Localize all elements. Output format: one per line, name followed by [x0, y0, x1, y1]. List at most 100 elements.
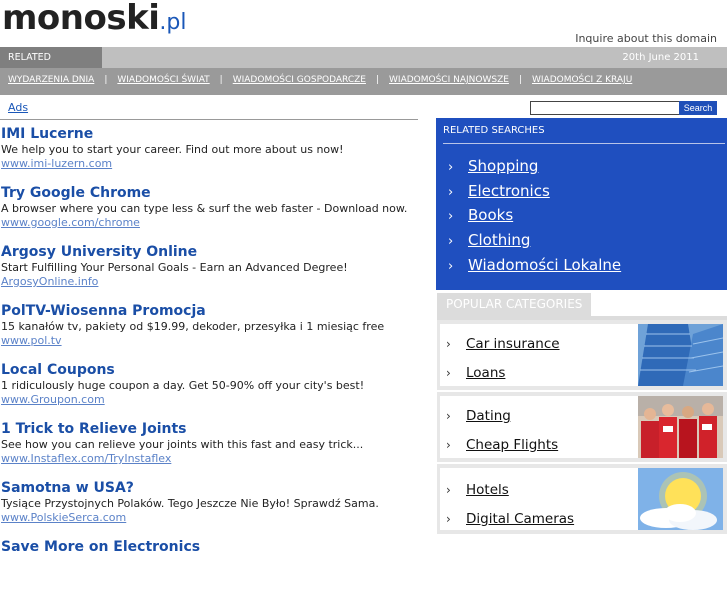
ads-divider [0, 119, 418, 120]
crowd-graphic [638, 396, 723, 458]
nav-separator: | [219, 75, 223, 85]
ad-url[interactable]: www.google.com/chrome [1, 216, 421, 230]
related-link[interactable]: Electronics [468, 182, 550, 200]
ad-title[interactable]: Save More on Electronics [1, 539, 421, 556]
category-item[interactable]: › Digital Cameras [446, 511, 574, 527]
related-link[interactable]: Books [468, 206, 513, 224]
chevron-right-icon: › [448, 209, 454, 225]
sun-cloud-graphic [638, 468, 723, 530]
nav-links: WYDARZENIA DNIA | WIADOMOŚCI ŚWIAT | WIADOMO… [8, 68, 632, 93]
search-button[interactable]: Search [679, 101, 717, 115]
search-input[interactable] [530, 101, 680, 115]
ad-item: PolTV-Wiosenna Promocja 15 kanałów tv, p… [1, 303, 421, 362]
category-link[interactable]: Loans [466, 365, 505, 381]
ad-url[interactable]: ArgosyOnline.info [1, 275, 421, 289]
chevron-right-icon: › [446, 512, 451, 526]
category-group: › Car insurance › Loans [437, 320, 727, 390]
site-logo[interactable]: monoski.pl [2, 0, 186, 38]
logo-tld: .pl [159, 10, 187, 35]
category-item[interactable]: › Cheap Flights [446, 437, 558, 453]
nav-separator: | [518, 75, 522, 85]
nav-separator: | [104, 75, 108, 85]
ad-description: See how you can relieve your joints with… [1, 438, 364, 451]
nav-link-wydarzenia[interactable]: WYDARZENIA DNIA [8, 75, 94, 85]
ad-title[interactable]: IMI Lucerne [1, 126, 421, 143]
related-searches-title: RELATED SEARCHES [443, 125, 545, 136]
sun-cloud-image[interactable] [638, 468, 723, 530]
related-list: › Shopping › Electronics › Books › Clothing … [448, 154, 621, 277]
related-link[interactable]: Shopping [468, 157, 538, 175]
category-group: › Hotels › Digital Cameras [437, 464, 727, 534]
category-link[interactable]: Hotels [466, 482, 509, 498]
ad-url[interactable]: www.Instaflex.com/TryInstaflex [1, 452, 421, 466]
chevron-right-icon: › [446, 337, 451, 351]
category-links: › Hotels › Digital Cameras [440, 468, 638, 530]
ad-url[interactable]: www.Groupon.com [1, 393, 421, 407]
ad-description: Start Fulfilling Your Personal Goals - E… [1, 261, 348, 274]
nav-link-gospodarcze[interactable]: WIADOMOŚCI GOSPODARCZE [233, 75, 366, 85]
related-item[interactable]: › Books [448, 203, 621, 228]
category-link[interactable]: Cheap Flights [466, 437, 558, 453]
ad-title[interactable]: Argosy University Online [1, 244, 421, 261]
category-item[interactable]: › Hotels [446, 482, 509, 498]
chevron-right-icon: › [446, 366, 451, 380]
skyscraper-image[interactable] [638, 324, 723, 386]
top-bar: RELATED SEARCHES 20th June 2011 [0, 47, 727, 84]
ad-title[interactable]: Samotna w USA? [1, 480, 421, 497]
ad-item: 1 Trick to Relieve Joints See how you ca… [1, 421, 421, 480]
ad-item: Local Coupons 1 ridiculously huge coupon… [1, 362, 421, 421]
ad-description: 15 kanałów tv, pakiety od $19.99, dekode… [1, 320, 385, 333]
category-link[interactable]: Digital Cameras [466, 511, 574, 527]
ad-url[interactable]: www.pol.tv [1, 334, 421, 348]
nav-link-z-kraju[interactable]: WIADOMOŚCI Z KRAJU [532, 75, 632, 85]
ad-url[interactable]: www.imi-luzern.com [1, 157, 421, 171]
ad-item: Samotna w USA? Tysiące Przystojnych Pola… [1, 480, 421, 539]
ad-list: IMI Lucerne We help you to start your ca… [1, 126, 421, 598]
ad-item: Try Google Chrome A browser where you ca… [1, 185, 421, 244]
ad-title[interactable]: Try Google Chrome [1, 185, 421, 202]
chevron-right-icon: › [448, 160, 454, 175]
chevron-right-icon: › [446, 438, 451, 452]
ad-title[interactable]: 1 Trick to Relieve Joints [1, 421, 421, 438]
chevron-right-icon: › [448, 234, 454, 250]
inquire-link[interactable]: Inquire about this domain [575, 32, 717, 45]
category-links: › Car insurance › Loans [440, 324, 638, 386]
related-searches-tab: RELATED SEARCHES [0, 47, 102, 84]
related-item[interactable]: › Electronics [448, 179, 621, 204]
related-item[interactable]: › Shopping [448, 154, 621, 179]
related-item[interactable]: › Wiadomości Lokalne [448, 253, 621, 278]
category-item[interactable]: › Car insurance [446, 336, 560, 352]
chevron-right-icon: › [448, 184, 454, 200]
ad-title[interactable]: PolTV-Wiosenna Promocja [1, 303, 421, 320]
category-link[interactable]: Car insurance [466, 336, 560, 352]
category-item[interactable]: › Loans [446, 365, 505, 381]
category-links: › Dating › Cheap Flights [440, 396, 638, 458]
category-link[interactable]: Dating [466, 408, 511, 424]
related-link[interactable]: Wiadomości Lokalne [468, 256, 621, 274]
skyscraper-graphic [638, 324, 723, 386]
ad-url[interactable]: www.PolskieSerca.com [1, 511, 421, 525]
nav-link-swiat[interactable]: WIADOMOŚCI ŚWIAT [117, 75, 209, 85]
related-item[interactable]: › Clothing [448, 228, 621, 253]
nav-bar: WYDARZENIA DNIA | WIADOMOŚCI ŚWIAT | WIADOMO… [0, 68, 727, 95]
related-searches-box: RELATED SEARCHES › Shopping › Electronics … [436, 118, 727, 290]
ad-description: Tysiące Przystojnych Polaków. Tego Jeszc… [1, 497, 379, 510]
related-link[interactable]: Clothing [468, 231, 530, 249]
category-item[interactable]: › Dating [446, 408, 511, 424]
ad-title[interactable]: Local Coupons [1, 362, 421, 379]
related-divider [443, 143, 725, 144]
chevron-right-icon: › [448, 258, 454, 274]
nav-link-najnowsze[interactable]: WIADOMOŚCI NAJNOWSZE [389, 75, 509, 85]
nav-separator: | [375, 75, 380, 85]
chevron-right-icon: › [446, 409, 451, 423]
popular-categories-tab: POPULAR CATEGORIES [437, 293, 591, 316]
ad-description: A browser where you can type less & surf… [1, 202, 408, 215]
date-label: 20th June 2011 [622, 52, 699, 63]
category-group: › Dating › Cheap Flights [437, 392, 727, 462]
chevron-right-icon: › [446, 483, 451, 497]
logo-name: monoski [2, 0, 160, 38]
ad-item: Save More on Electronics [1, 539, 421, 598]
ads-label[interactable]: Ads [8, 101, 28, 114]
ad-item: IMI Lucerne We help you to start your ca… [1, 126, 421, 185]
crowd-image[interactable] [638, 396, 723, 458]
